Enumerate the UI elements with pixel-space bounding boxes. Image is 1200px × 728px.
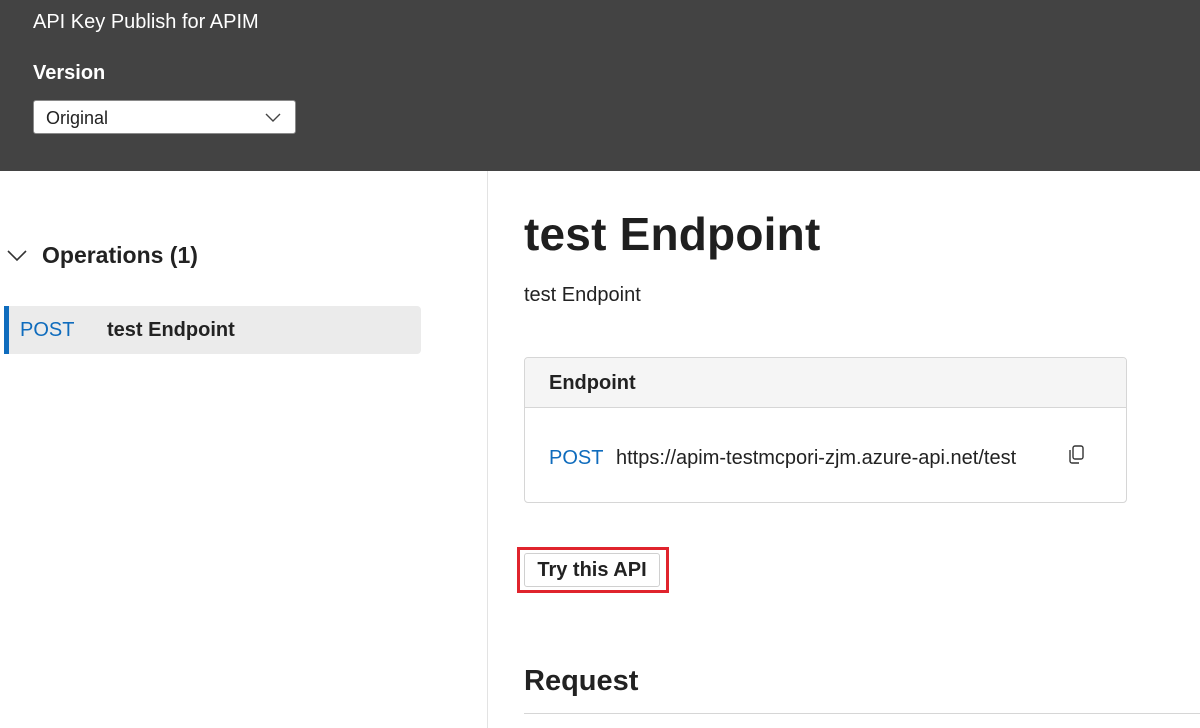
- chevron-down-icon: [7, 250, 27, 262]
- request-heading: Request: [524, 665, 639, 697]
- page-title: test Endpoint: [524, 208, 821, 260]
- operation-method: POST: [20, 319, 75, 341]
- operation-name: test Endpoint: [107, 319, 235, 341]
- api-header: API Key Publish for APIM Version Origina…: [0, 0, 1200, 171]
- endpoint-url: https://apim-testmcpori-zjm.azure-api.ne…: [616, 447, 1017, 469]
- operation-item-test-endpoint[interactable]: POST test Endpoint: [4, 306, 421, 354]
- chevron-down-icon: [265, 113, 281, 122]
- try-this-api-button[interactable]: Try this API: [524, 553, 660, 587]
- copy-icon[interactable]: [1067, 444, 1087, 466]
- divider: [524, 713, 1200, 714]
- endpoint-method: POST: [549, 447, 604, 469]
- version-selected-value: Original: [46, 108, 109, 128]
- operations-sidebar: Operations (1) POST test Endpoint: [0, 171, 488, 728]
- api-title: API Key Publish for APIM: [33, 11, 259, 33]
- operation-details: test Endpoint test Endpoint Endpoint POS…: [488, 171, 1200, 728]
- endpoint-card-header: Endpoint: [525, 358, 1126, 408]
- endpoint-card-title: Endpoint: [549, 372, 636, 394]
- operation-description: test Endpoint: [524, 284, 641, 306]
- operations-toggle[interactable]: Operations (1): [4, 239, 198, 271]
- version-select[interactable]: Original: [33, 100, 296, 134]
- operations-title: Operations (1): [42, 241, 198, 268]
- endpoint-card: Endpoint POST https://apim-testmcpori-zj…: [524, 357, 1127, 503]
- version-label: Version: [33, 62, 106, 84]
